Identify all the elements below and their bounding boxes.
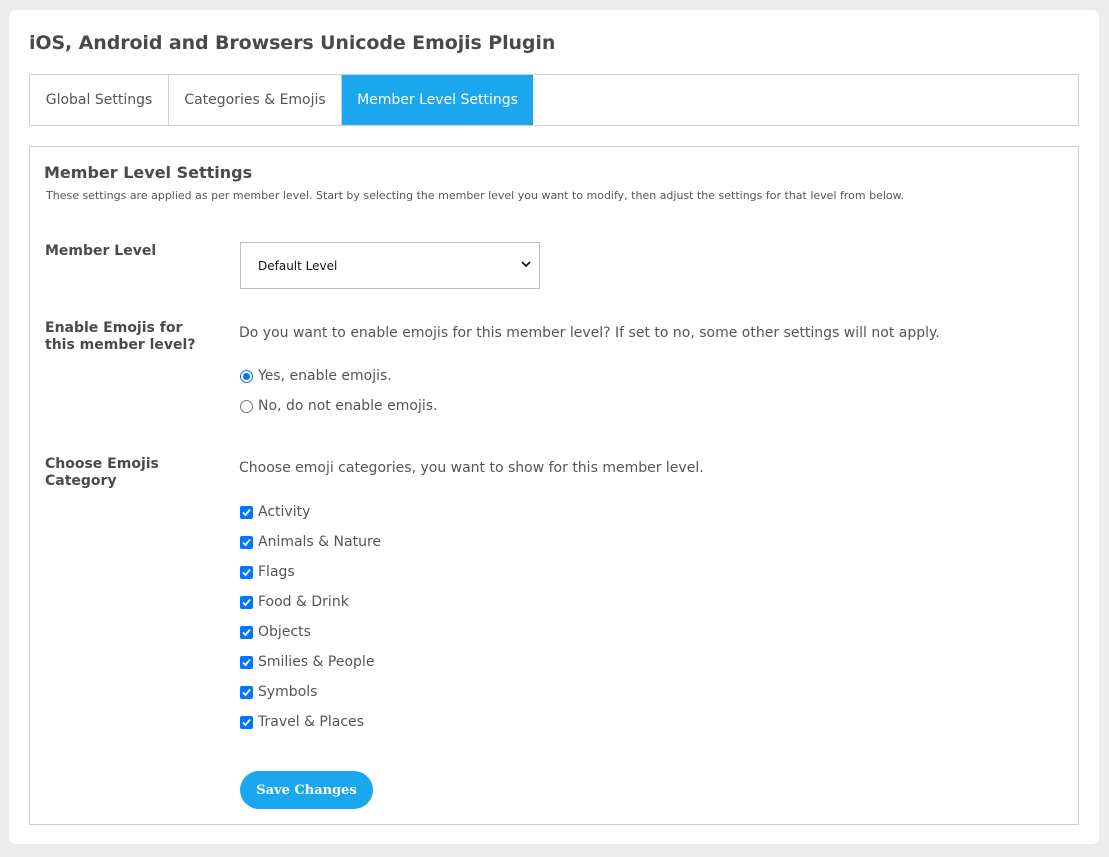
- checkbox-checked[interactable]: [240, 655, 253, 669]
- page-title: iOS, Android and Browsers Unicode Emojis…: [29, 32, 556, 54]
- category-option-objects[interactable]: Objects: [240, 624, 311, 640]
- member-level-label: Member Level: [45, 243, 157, 259]
- tab-categories-emojis[interactable]: Categories & Emojis: [169, 75, 342, 125]
- category-option-animals-nature[interactable]: Animals & Nature: [240, 534, 381, 550]
- member-level-select[interactable]: Default Level: [240, 242, 540, 289]
- category-option-food-drink[interactable]: Food & Drink: [240, 594, 349, 610]
- checkmark-icon: [242, 628, 251, 636]
- enable-emojis-question: Do you want to enable emojis for this me…: [239, 325, 940, 341]
- category-option-smilies-people[interactable]: Smilies & People: [240, 654, 374, 670]
- category-option-label: Objects: [258, 624, 311, 640]
- category-option-label: Travel & Places: [258, 714, 364, 730]
- checkbox-checked[interactable]: [240, 685, 253, 699]
- save-changes-button[interactable]: Save Changes: [240, 771, 373, 809]
- tab-member-level-settings[interactable]: Member Level Settings: [342, 75, 533, 125]
- member-level-settings-form: Member Level Settings These settings are…: [29, 146, 1079, 825]
- emoji-category-question: Choose emoji categories, you want to sho…: [239, 460, 704, 476]
- checkmark-icon: [242, 508, 251, 516]
- member-level-selected-value: Default Level: [258, 258, 338, 273]
- category-option-symbols[interactable]: Symbols: [240, 684, 317, 700]
- category-option-activity[interactable]: Activity: [240, 504, 310, 520]
- checkbox-checked[interactable]: [240, 505, 253, 519]
- category-option-label: Food & Drink: [258, 594, 349, 610]
- category-option-travel-places[interactable]: Travel & Places: [240, 714, 364, 730]
- checkbox-checked[interactable]: [240, 595, 253, 609]
- emoji-category-label: Choose Emojis Category: [45, 456, 159, 489]
- tab-global-settings[interactable]: Global Settings: [30, 75, 169, 125]
- category-option-flags[interactable]: Flags: [240, 564, 295, 580]
- category-option-label: Animals & Nature: [258, 534, 382, 550]
- category-option-label: Smilies & People: [258, 654, 375, 670]
- radio-button-unchecked[interactable]: [240, 399, 253, 413]
- tab-bar: Global Settings Categories & Emojis Memb…: [29, 74, 1079, 126]
- checkmark-icon: [242, 538, 251, 546]
- checkmark-icon: [242, 568, 251, 576]
- checkbox-checked[interactable]: [240, 715, 253, 729]
- checkmark-icon: [242, 658, 251, 666]
- checkbox-checked[interactable]: [240, 625, 253, 639]
- radio-option-label: No, do not enable emojis.: [258, 398, 438, 414]
- category-option-label: Activity: [258, 504, 311, 520]
- category-option-label: Flags: [258, 564, 295, 580]
- radio-option-label: Yes, enable emojis.: [258, 368, 392, 384]
- form-description: These settings are applied as per member…: [46, 189, 905, 202]
- form-title: Member Level Settings: [44, 163, 253, 182]
- checkbox-checked[interactable]: [240, 565, 253, 579]
- checkmark-icon: [242, 688, 251, 696]
- radio-option-yes[interactable]: Yes, enable emojis.: [240, 368, 392, 384]
- chevron-down-icon: [521, 261, 531, 268]
- radio-button-checked[interactable]: [240, 369, 253, 383]
- checkbox-checked[interactable]: [240, 535, 253, 549]
- settings-card: iOS, Android and Browsers Unicode Emojis…: [9, 10, 1099, 844]
- radio-option-no[interactable]: No, do not enable emojis.: [240, 398, 437, 414]
- checkmark-icon: [242, 598, 251, 606]
- enable-emojis-label: Enable Emojis for this member level?: [45, 320, 196, 353]
- category-option-label: Symbols: [258, 684, 318, 700]
- checkmark-icon: [242, 718, 251, 726]
